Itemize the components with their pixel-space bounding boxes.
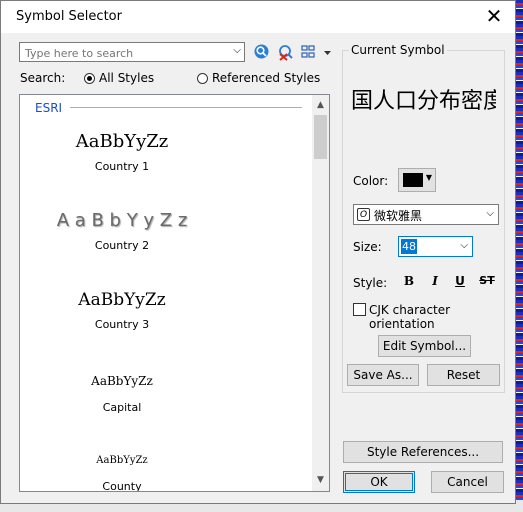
list-item[interactable]: AaBbYyZz Country 3: [22, 290, 222, 331]
list-item[interactable]: AaBbYyZz Capital: [22, 374, 222, 414]
symbol-sample: AaBbYyZz: [78, 290, 166, 310]
list-item[interactable]: AaBbYyZz County: [22, 455, 222, 492]
font-select[interactable]: O 微软雅黑 ⌵: [353, 204, 499, 225]
save-as-button[interactable]: Save As...: [347, 364, 419, 386]
symbol-name: Country 2: [94, 239, 150, 252]
cjk-orientation-checkbox[interactable]: [353, 303, 366, 316]
chevron-down-icon[interactable]: ⌵: [233, 45, 241, 56]
list-scrollbar[interactable]: ▲ ▼: [312, 95, 329, 491]
scroll-thumb[interactable]: [314, 115, 327, 159]
radio-all-styles[interactable]: All Styles: [84, 71, 154, 85]
bold-button[interactable]: B: [401, 272, 417, 290]
radio-selected-dot[interactable]: [84, 72, 95, 84]
cancel-button[interactable]: Cancel: [431, 471, 504, 493]
symbol-sample: AaBbYyZz: [75, 131, 169, 152]
chevron-down-icon: ▼: [425, 173, 432, 182]
group-divider: [70, 107, 302, 108]
scroll-up-icon[interactable]: ▲: [312, 97, 329, 114]
close-icon[interactable]: ✕: [483, 5, 505, 27]
edit-symbol-button[interactable]: Edit Symbol...: [378, 335, 471, 357]
symbol-list[interactable]: ESRI AaBbYyZz Country 1 A a B b Y y Z z …: [19, 94, 330, 492]
size-select[interactable]: 48 ⌵: [398, 236, 473, 257]
style-references-button[interactable]: Style References...: [343, 441, 503, 463]
color-label: Color:: [353, 174, 389, 188]
underline-button[interactable]: U: [452, 272, 468, 290]
search-input[interactable]: [23, 44, 227, 62]
list-item[interactable]: AaBbYyZz Country 1: [22, 131, 222, 173]
symbol-name: Country 3: [94, 318, 150, 331]
search-scope-label: Search:: [20, 71, 66, 85]
reset-button[interactable]: Reset: [427, 364, 500, 386]
style-label: Style:: [353, 276, 388, 290]
style-group-label: ESRI: [35, 101, 63, 115]
window-title: Symbol Selector: [16, 9, 122, 24]
symbol-sample: A a B b Y y Z z: [56, 210, 188, 231]
symbol-selector-dialog: Symbol Selector ✕ ⌵ Search: All Styles R…: [0, 0, 516, 504]
symbol-name: Country 1: [94, 160, 150, 173]
chevron-down-icon[interactable]: ⌵: [460, 240, 468, 251]
cjk-orientation-label: CJK character orientation: [369, 303, 451, 331]
symbol-sample: AaBbYyZz: [91, 374, 153, 388]
clear-search-icon[interactable]: [277, 43, 295, 61]
opentype-font-icon: O: [357, 208, 370, 221]
radio-all-styles-label: All Styles: [99, 71, 155, 85]
current-symbol-title: Current Symbol: [349, 43, 447, 57]
radio-unselected-dot[interactable]: [197, 72, 208, 84]
symbol-name: Capital: [102, 401, 142, 414]
size-label: Size:: [353, 240, 382, 254]
color-picker-button[interactable]: ▼: [398, 168, 436, 192]
size-value[interactable]: 48: [401, 239, 417, 254]
view-options-icon[interactable]: [300, 43, 334, 61]
color-swatch: [403, 173, 423, 187]
symbol-preview: 国人口分布密度: [351, 89, 496, 113]
radio-referenced-styles[interactable]: Referenced Styles: [197, 71, 320, 85]
search-input-box[interactable]: ⌵: [19, 42, 245, 62]
italic-button[interactable]: I: [427, 272, 443, 290]
strikethrough-button[interactable]: ST: [477, 272, 497, 290]
chevron-down-icon[interactable]: ⌵: [486, 208, 494, 219]
symbol-sample: AaBbYyZz: [96, 455, 148, 466]
radio-referenced-styles-label: Referenced Styles: [212, 71, 321, 85]
list-item[interactable]: A a B b Y y Z z Country 2: [22, 210, 222, 252]
symbol-name: County: [102, 480, 142, 492]
title-bar: Symbol Selector ✕: [1, 1, 515, 33]
ok-button[interactable]: OK: [343, 471, 415, 493]
font-value: 微软雅黑: [374, 209, 423, 223]
search-icon[interactable]: [253, 43, 271, 61]
scroll-down-icon[interactable]: ▼: [312, 472, 329, 489]
